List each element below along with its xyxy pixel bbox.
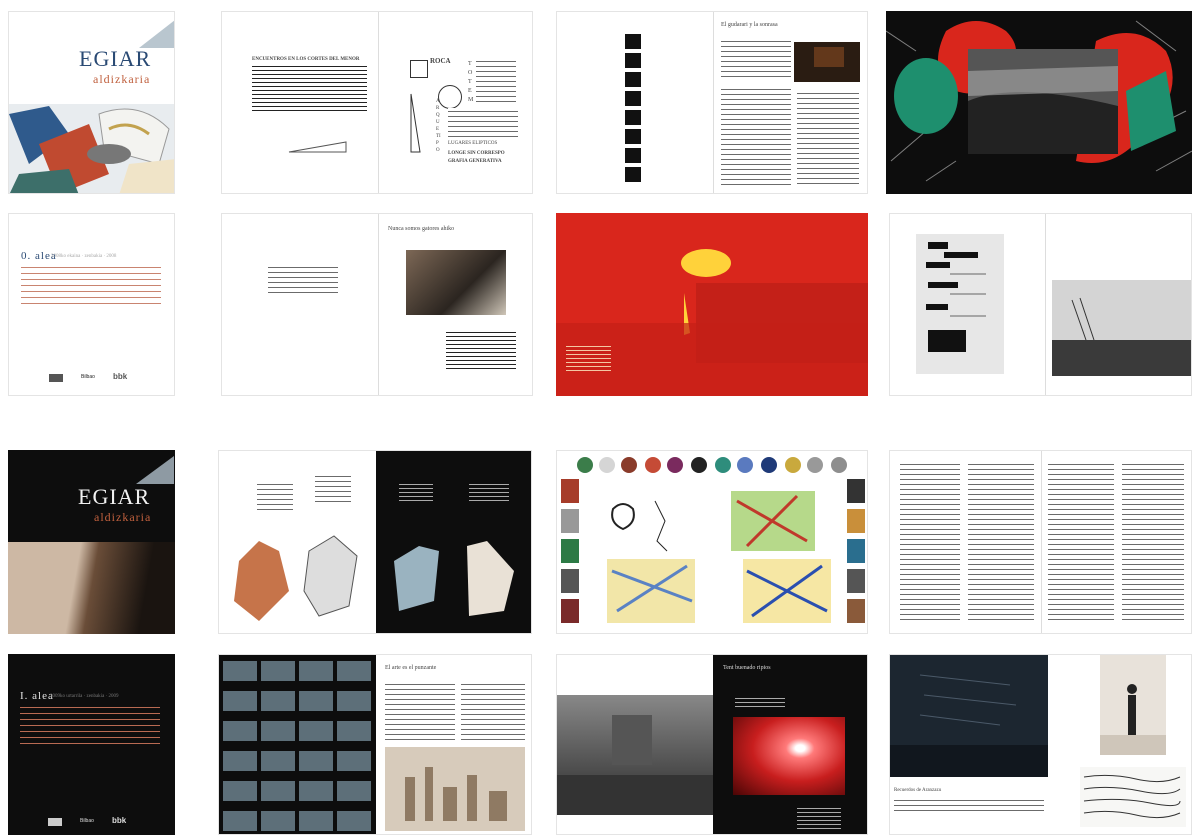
sponsor-logos: Bilbao bbk [48, 816, 148, 828]
issue-0-index[interactable]: 0. alea 2008ko ekaina · zenbakia · 2008 … [8, 213, 175, 396]
spread-10[interactable] [556, 450, 868, 634]
issue-1-cover[interactable]: EGIAR aldizkaria [8, 450, 175, 634]
cover-subtitle: aldizkaria [93, 72, 151, 86]
article-photo [794, 42, 860, 82]
poem-text [268, 264, 338, 294]
right-notes [476, 58, 516, 102]
sculpture-photo [385, 747, 525, 831]
spread-heading: ENCUENTROS EN LOS CORTES DEL MENOR [252, 57, 360, 62]
word-totem: TOTEM [468, 61, 474, 103]
article-col-2 [461, 681, 525, 741]
spread-7[interactable] [889, 213, 1192, 396]
film-strip [625, 34, 641, 184]
cover-logo-shape [139, 20, 174, 48]
spread-5[interactable]: Nunca somos gatores ahiko [221, 213, 533, 396]
article-title: Nunca somos gatores ahiko [388, 226, 455, 232]
cover-photo [8, 542, 175, 634]
cover-title: EGIAR [79, 46, 152, 71]
ladder-photo [1052, 280, 1191, 376]
right-text [735, 695, 785, 709]
cover-logo-shape [136, 456, 174, 484]
article-col-2 [721, 86, 791, 186]
issue-meta: 2008ko ekaina · zenbakia · 2008 [51, 254, 117, 259]
right-caption [797, 805, 841, 829]
spread-spine [1041, 451, 1042, 633]
issue-0-cover[interactable]: EGIAR aldizkaria [8, 11, 175, 194]
issue-heading: I. alea [20, 690, 54, 702]
cover-art-image [9, 104, 174, 193]
gallery-photo [1100, 655, 1166, 755]
right-line-2: LONGE SIN CORRESPO [448, 151, 505, 156]
word-roca: ROCA [430, 57, 451, 65]
text-col-3 [1048, 461, 1114, 621]
right-line-3: GRAFIA GENERATIVA [448, 159, 502, 164]
article-title: El gudarari y la sonrasa [721, 22, 778, 28]
article-col-1 [721, 38, 791, 78]
photo-grid [219, 655, 376, 834]
logo-block [49, 374, 63, 382]
spread-3-collage[interactable] [886, 11, 1192, 194]
article-col-1 [385, 681, 455, 741]
right-text-2 [469, 481, 509, 501]
logo-block [48, 818, 62, 826]
text-block [252, 64, 367, 112]
contributor-list [20, 704, 160, 744]
red-glow-photo [733, 717, 845, 795]
cover-subtitle: aldizkaria [94, 510, 152, 524]
spread-spine [713, 12, 714, 193]
spread-9[interactable] [218, 450, 532, 634]
logo-bilbao: Bilbao [80, 818, 94, 824]
sponsor-logos: Bilbao bbk [49, 372, 149, 384]
spread-spine [378, 12, 379, 193]
contributor-list [21, 264, 161, 304]
cover-art [9, 104, 174, 193]
text-col-4 [1122, 461, 1184, 621]
issue-meta: 2009ko urtarrila · zenbakia · 2009 [50, 694, 119, 699]
article-title: El arte es el punzante [385, 665, 437, 671]
text-col-1 [900, 461, 960, 621]
logo-bbk: bbk [113, 372, 128, 381]
spread-11[interactable] [889, 450, 1192, 634]
article-text [446, 330, 516, 370]
cover-title: EGIAR [78, 484, 151, 509]
caption-text [566, 343, 611, 371]
logo-bilbao: Bilbao [81, 374, 95, 380]
handwritten-note [1080, 767, 1186, 827]
word-arquetipo: ARQUETIPO [436, 99, 441, 153]
article-col-3 [797, 90, 859, 186]
spread-spine [1045, 214, 1046, 395]
spread-13[interactable]: El arte es el punzante [218, 654, 532, 835]
square-figure [410, 60, 428, 78]
wedge-figure [410, 92, 422, 159]
spread-1[interactable]: ENCUENTROS EN LOS CORTES DEL MENOR ROCA … [221, 11, 533, 194]
spread-15[interactable]: Recuerdos de Aranzazu [889, 654, 1192, 835]
masks-collage [561, 457, 865, 623]
right-paragraph [448, 108, 518, 138]
triangle-figure [288, 140, 348, 159]
right-line-1: LUGARES ELIPTICOS [448, 141, 498, 146]
workshop-photo [557, 695, 713, 815]
spread-spine [378, 214, 379, 395]
logo-bbk: bbk [112, 816, 127, 825]
spread-2[interactable]: El gudarari y la sonrasa [556, 11, 868, 194]
article-title: Tent buenado ripios [723, 665, 771, 671]
text-col-2 [968, 461, 1034, 621]
spread-14[interactable]: Tent buenado ripios [556, 654, 868, 835]
spread-6-red[interactable] [556, 213, 868, 396]
right-text [399, 481, 433, 501]
redacted-page [916, 234, 1004, 374]
dark-painting [890, 655, 1048, 777]
paper-sculptures [234, 535, 514, 621]
caption-text [894, 797, 1044, 811]
issue-1-index[interactable]: I. alea 2009ko urtarrila · zenbakia · 20… [8, 654, 175, 835]
rock-photo [406, 250, 506, 315]
collage-art [886, 20, 1192, 182]
caption-title: Recuerdos de Aranzazu [894, 788, 942, 793]
